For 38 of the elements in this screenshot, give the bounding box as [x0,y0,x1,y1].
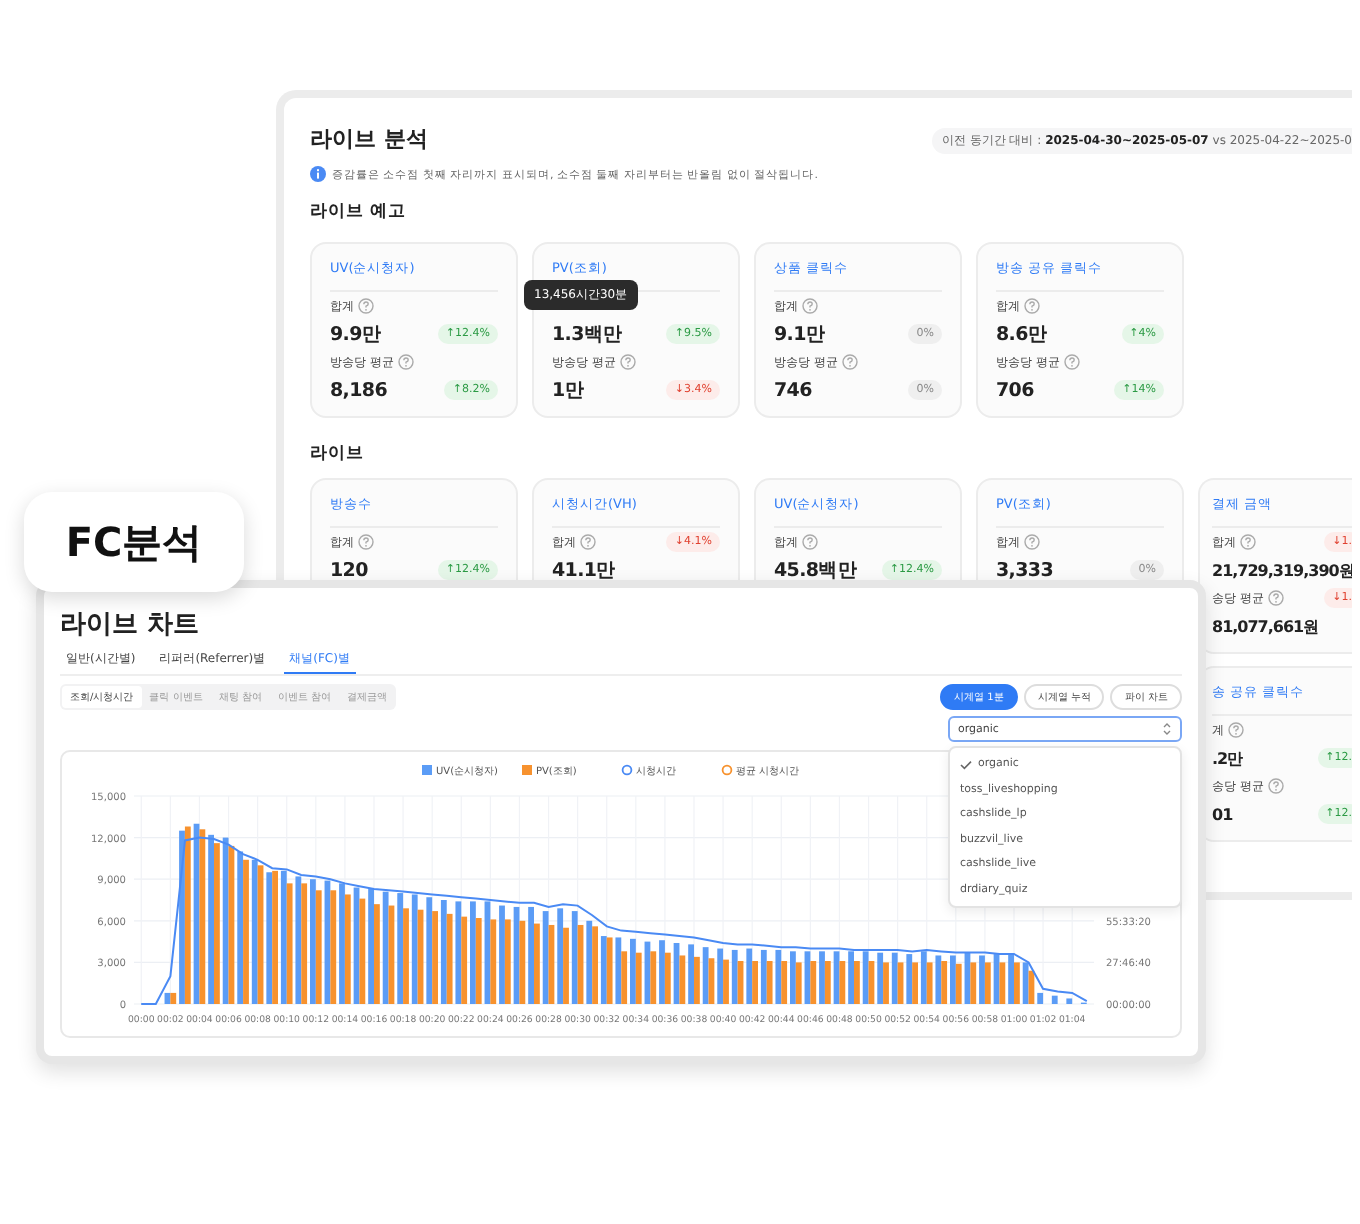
help-icon[interactable] [580,534,596,550]
section-heading: 라이브 [310,442,366,468]
metric-value: 1.3백만 [552,321,623,347]
info-icon [310,166,326,182]
help-icon[interactable] [1024,298,1040,314]
metric-value: 3,333 [996,559,1054,581]
help-icon[interactable] [841,354,858,370]
help-icon[interactable] [358,534,374,550]
metric-value: 01 [1212,805,1233,823]
help-icon[interactable] [358,298,374,314]
metric-value: 41.1만 [552,557,616,583]
help-icon[interactable] [1228,722,1244,738]
metric-value: .2만 [1212,747,1243,769]
help-icon[interactable] [1063,354,1080,370]
page-title: 라이브 분석 [310,126,428,154]
help-icon[interactable] [1024,534,1040,550]
metric-value: 746 [774,379,812,401]
sort-icon [1162,722,1172,736]
metric-value: 9.9만 [330,321,382,347]
metric-value: 1만 [552,377,585,403]
metric-value: 120 [330,559,368,581]
help-icon[interactable] [802,298,818,314]
help-icon[interactable] [1267,778,1284,794]
help-icon[interactable] [1240,534,1256,550]
metric-value: 8.6만 [996,321,1048,347]
metric-value: 706 [996,379,1034,401]
metric-value: 45.8백만 [774,557,858,583]
metric-value: 8,186 [330,379,388,401]
help-icon[interactable] [802,534,818,550]
help-icon[interactable] [619,354,636,370]
metric-value: 9.1만 [774,321,826,347]
metric-value: 21,729,319,390원 [1212,559,1352,581]
help-icon[interactable] [397,354,414,370]
feature-label: FC분석 [24,492,244,592]
section-heading: 라이브 예고 [310,200,408,226]
help-icon[interactable] [1267,590,1284,606]
metric-value: 81,077,661원 [1212,615,1319,637]
panel-title: 라이브 차트 [60,608,202,642]
